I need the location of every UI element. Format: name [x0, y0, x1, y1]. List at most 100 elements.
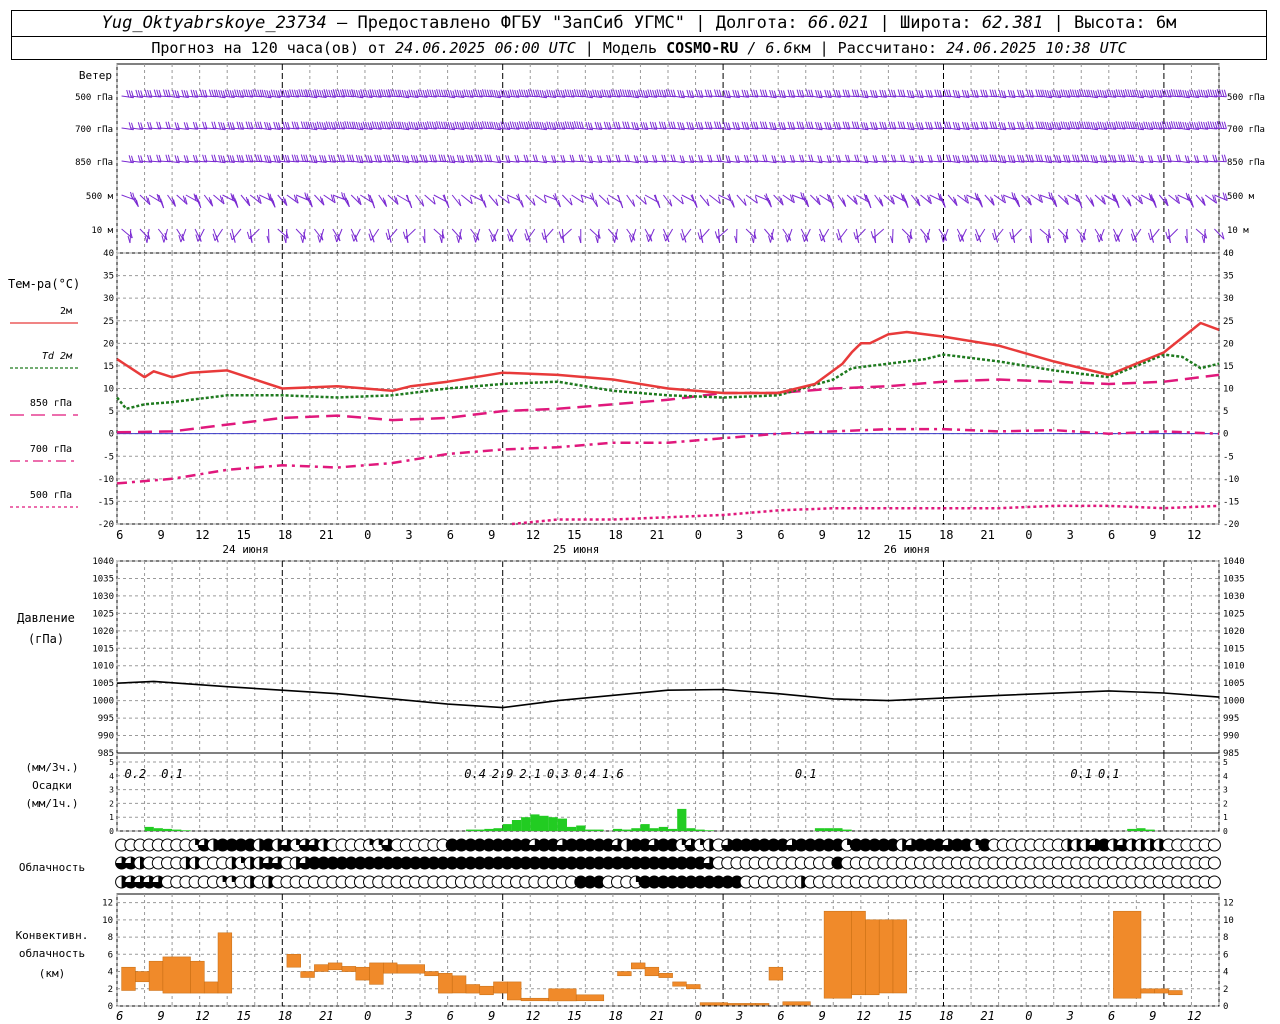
wind-barb [690, 194, 698, 208]
convective-bar [878, 919, 894, 994]
wind-barb-feather [1090, 121, 1094, 130]
convective-ytick-left: 10 [102, 916, 113, 926]
wind-barb-feather [369, 89, 373, 97]
temperature-ytick-left: 10 [103, 385, 114, 395]
wind-barb [387, 194, 399, 205]
temperature-ytick-left: -20 [98, 520, 114, 530]
wind-barb-feather [1026, 154, 1030, 162]
wind-barb [516, 194, 524, 208]
wind-barb-feather [1090, 154, 1094, 163]
temperature-xtick: 0 [1025, 528, 1032, 542]
precipitation-ytick-left: 1 [109, 813, 114, 822]
convective-xtick: 12 [856, 1009, 870, 1023]
convective-bar [438, 973, 453, 994]
wind-barb-feather [1108, 121, 1112, 129]
wind-barb-feather [750, 89, 754, 97]
wind-barb-feather [410, 154, 414, 163]
temperature-xtick: 15 [898, 528, 912, 542]
wind-barb-feather [245, 121, 249, 129]
convective-bar [300, 971, 315, 978]
wind-barb-feather [619, 89, 623, 97]
precipitation-ytick-right: 1 [1223, 813, 1228, 822]
convective-xtick: 6 [1108, 1009, 1115, 1023]
wind-barb [763, 194, 772, 208]
wind-barb-feather [429, 89, 433, 97]
temperature-ytick-right: 20 [1223, 339, 1234, 349]
wind-barb-feather [273, 121, 277, 130]
temperature-xtick: 6 [447, 528, 454, 542]
convective-bar [865, 919, 880, 996]
convective-bar [892, 919, 908, 994]
wind-barb-feather [381, 121, 384, 129]
convective-bar [672, 981, 687, 987]
temperature-xtick: 9 [819, 528, 826, 542]
precipitation-amount-label: 0.1 [1070, 767, 1092, 781]
wind-barb [402, 228, 416, 240]
wind-barb-feather [1164, 89, 1167, 97]
wind-barb-feather [842, 89, 846, 97]
wind-barb-feather [439, 235, 443, 244]
wind-barb-feather [649, 89, 653, 97]
wind-barb-feather [1221, 121, 1225, 129]
wind-barb-feather [1124, 121, 1128, 129]
wind-barb-feather [454, 89, 458, 97]
wind-barb-staff [130, 194, 139, 207]
wind-barb-feather [943, 121, 947, 129]
wind-barb-feather [1182, 89, 1186, 98]
wind-barb-feather [236, 154, 240, 162]
wind-barb-feather [436, 89, 440, 97]
wind-barb [1165, 228, 1179, 240]
wind-barb-feather [961, 154, 965, 163]
temperature-ytick-right: 35 [1223, 272, 1234, 282]
wind-barb [870, 228, 885, 239]
wind-barb-feather [971, 154, 975, 162]
convective-bar [424, 971, 439, 977]
convective-ytick-right: 12 [1223, 899, 1234, 909]
wind-barb-feather [374, 154, 378, 162]
convective-bar [520, 997, 549, 1002]
wind-barb-feather [1118, 154, 1122, 162]
wind-barb-feather [300, 235, 304, 243]
precipitation-amount-label: 1.6 [602, 767, 624, 781]
cloud-title: Облачность [19, 861, 85, 874]
convective-xtick: 9 [819, 1009, 826, 1023]
wind-barb-feather [328, 154, 332, 162]
wind-barb-feather [383, 89, 387, 97]
convective-xtick: 6 [116, 1009, 123, 1023]
wind-barb-feather [860, 89, 864, 98]
wind-barb-feather [126, 89, 130, 98]
wind-barb [966, 192, 980, 202]
wind-barb-feather [1017, 154, 1020, 162]
wind-barb-staff [925, 228, 931, 243]
temperature-ytick-left: 0 [109, 430, 114, 440]
wind-barb-staff [488, 228, 497, 242]
wind-barb [993, 228, 999, 243]
wind-barb [268, 194, 276, 208]
wind-barb-feather [365, 89, 368, 98]
wind-barb-feather [374, 89, 378, 97]
wind-barb-feather [595, 235, 599, 244]
wind-barb-feather [509, 121, 513, 129]
wind-barb-feather [1044, 154, 1048, 163]
convective-xtick: 18 [608, 1009, 622, 1023]
temperature-xtick: 12 [1187, 528, 1201, 542]
temperature-xtick: 0 [364, 528, 371, 542]
wind-barb-feather [463, 89, 467, 97]
wind-barb-feather [833, 121, 837, 129]
temperature-ytick-right: 5 [1223, 407, 1228, 417]
wind-barb-feather [325, 89, 329, 97]
wind-barb [552, 194, 561, 208]
wind-barb-feather [484, 121, 488, 129]
wind-barb-feather [1069, 89, 1073, 97]
convective-xtick: 9 [1149, 1009, 1156, 1023]
convective-ytick-left: 2 [108, 985, 113, 995]
wind-barb-feather [897, 121, 901, 129]
wind-title: Ветер [79, 69, 112, 82]
wind-barb-feather [819, 233, 822, 242]
wind-barb [571, 194, 584, 204]
convective-ytick-left: 4 [108, 968, 113, 978]
wind-barb-feather [1145, 89, 1149, 98]
precipitation-bar [521, 817, 531, 831]
wind-barb-feather [144, 89, 148, 97]
wind-barb-feather [282, 121, 286, 129]
